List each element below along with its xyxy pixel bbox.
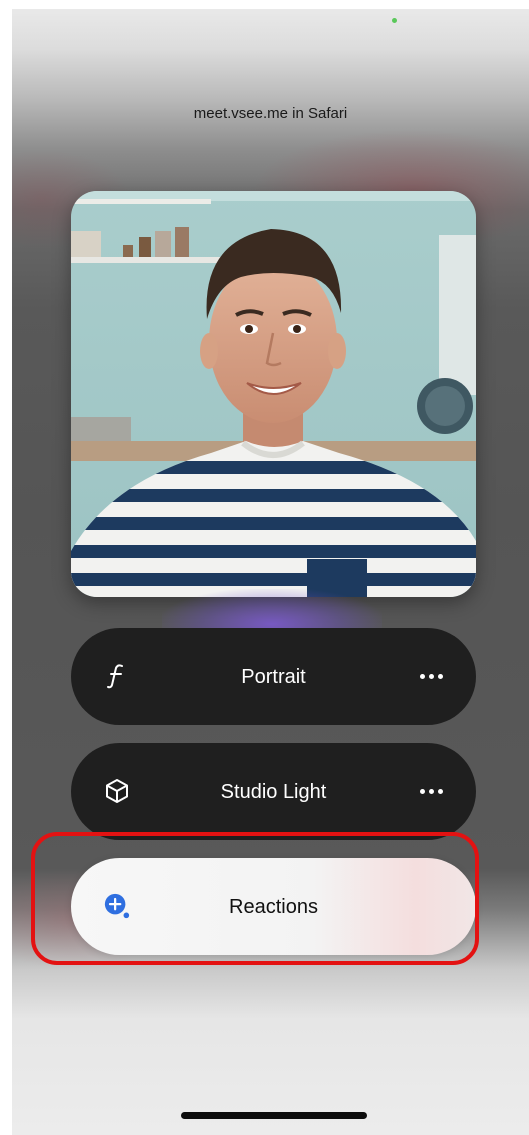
- home-indicator[interactable]: [181, 1112, 367, 1119]
- more-dot: [437, 788, 443, 794]
- studio-light-options-button[interactable]: [416, 779, 446, 803]
- camera-preview: [71, 191, 476, 597]
- control-center-video-effects: meet.vsee.me in Safari Portrait Studio L…: [12, 9, 529, 1135]
- studio-light-effect-button[interactable]: Studio Light: [71, 743, 476, 840]
- portrait-effect-button[interactable]: Portrait: [71, 628, 476, 725]
- more-dot: [428, 673, 434, 679]
- more-dot: [419, 788, 425, 794]
- highlight-annotation: [31, 832, 479, 965]
- camera-in-use-indicator: [392, 18, 397, 23]
- portrait-options-button[interactable]: [416, 664, 446, 688]
- more-dot: [419, 673, 425, 679]
- more-dot: [428, 788, 434, 794]
- app-source-label: meet.vsee.me in Safari: [193, 105, 348, 122]
- more-dot: [437, 673, 443, 679]
